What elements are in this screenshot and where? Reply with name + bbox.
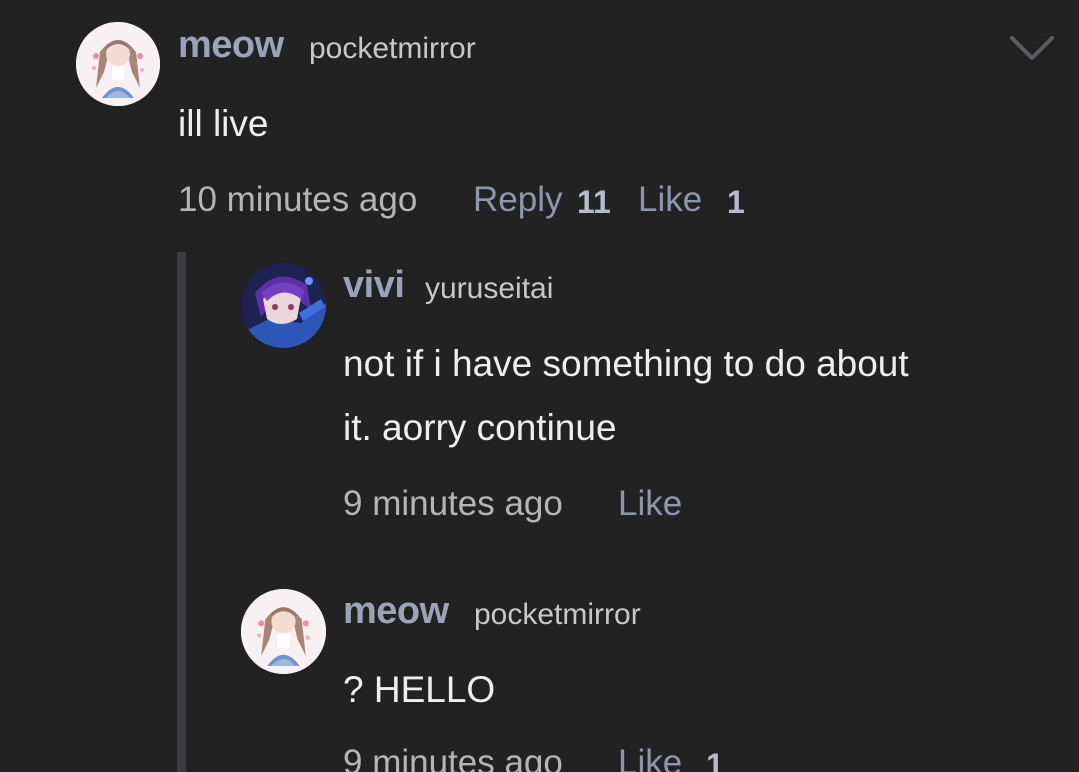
timestamp: 9 minutes ago xyxy=(343,484,563,523)
comment-text-line-1: not if i have something to do about xyxy=(343,343,909,384)
timestamp: 9 minutes ago xyxy=(343,743,563,772)
user-handle[interactable]: pocketmirror xyxy=(309,32,476,66)
username[interactable]: vivi xyxy=(343,264,405,307)
thread-line xyxy=(177,252,186,772)
like-count: 1 xyxy=(706,747,724,772)
username[interactable]: meow xyxy=(343,590,449,633)
like-count: 1 xyxy=(727,184,745,220)
user-handle[interactable]: yuruseitai xyxy=(425,272,553,306)
avatar[interactable] xyxy=(76,22,160,106)
anime-girl-avatar-icon xyxy=(76,22,160,106)
chevron-down-icon[interactable] xyxy=(1008,30,1056,64)
comment-thread: meow pocketmirror ill live 10 minutes ag… xyxy=(0,0,1079,772)
like-button[interactable]: Like xyxy=(618,743,682,772)
anime-boy-avatar-icon xyxy=(241,263,326,348)
comment-text: ill live xyxy=(178,103,269,144)
timestamp: 10 minutes ago xyxy=(178,180,418,219)
like-button[interactable]: Like xyxy=(618,484,682,524)
reply-button[interactable]: Reply xyxy=(473,180,562,220)
reply-count: 11 xyxy=(577,184,611,220)
comment-text-line-2: it. aorry continue xyxy=(343,407,617,448)
comment-text: ? HELLO xyxy=(343,669,496,710)
user-handle[interactable]: pocketmirror xyxy=(474,598,641,632)
avatar[interactable] xyxy=(241,589,326,674)
username[interactable]: meow xyxy=(178,24,284,67)
like-button[interactable]: Like xyxy=(638,180,702,220)
avatar[interactable] xyxy=(241,263,326,348)
anime-girl-avatar-icon xyxy=(241,589,326,674)
